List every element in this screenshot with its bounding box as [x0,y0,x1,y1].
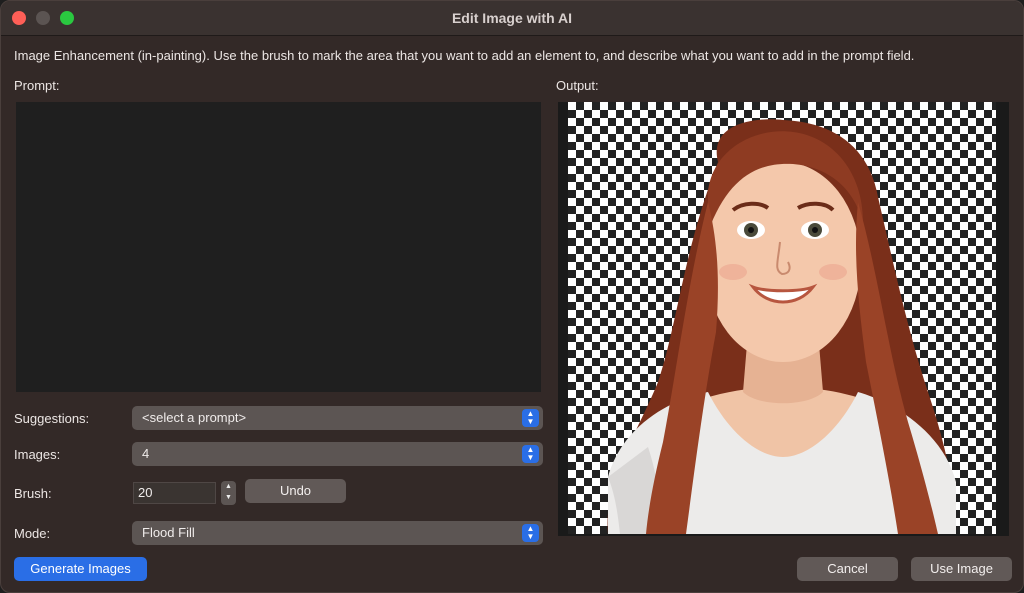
undo-button[interactable]: Undo [245,479,346,503]
chevron-updown-icon: ▲ ▼ [522,409,539,427]
mode-label: Mode: [14,526,51,541]
images-select[interactable]: 4 ▲ ▼ [132,442,543,466]
prompt-label: Prompt: [14,78,60,93]
brush-size-stepper[interactable]: ▲ ▼ [221,481,236,505]
edit-image-dialog: Edit Image with AI Image Enhancement (in… [0,0,1024,593]
chevron-down-icon[interactable]: ▼ [221,492,236,503]
brush-size-input[interactable]: 20 [133,482,216,504]
generate-images-button[interactable]: Generate Images [14,557,147,581]
chevron-updown-icon: ▲ ▼ [522,445,539,463]
use-image-button[interactable]: Use Image [911,557,1012,581]
suggestions-value: <select a prompt> [142,410,247,425]
prompt-input[interactable] [16,102,541,392]
mode-select[interactable]: Flood Fill ▲ ▼ [132,521,543,545]
chevron-up-icon[interactable]: ▲ [221,481,236,492]
mode-value: Flood Fill [142,525,195,540]
images-label: Images: [14,447,61,462]
suggestions-label: Suggestions: [14,411,90,426]
output-label: Output: [556,78,599,93]
output-image-frame[interactable] [558,102,1009,536]
title-bar[interactable]: Edit Image with AI [1,1,1023,36]
transparency-checkerboard [568,102,996,534]
cancel-button[interactable]: Cancel [797,557,898,581]
chevron-updown-icon: ▲ ▼ [522,524,539,542]
output-portrait-image [607,119,956,534]
window-title: Edit Image with AI [451,10,573,26]
instructions-text: Image Enhancement (in-painting). Use the… [14,48,915,63]
images-value: 4 [142,446,150,461]
brush-label: Brush: [14,486,52,501]
suggestions-select[interactable]: <select a prompt> ▲ ▼ [132,406,543,430]
